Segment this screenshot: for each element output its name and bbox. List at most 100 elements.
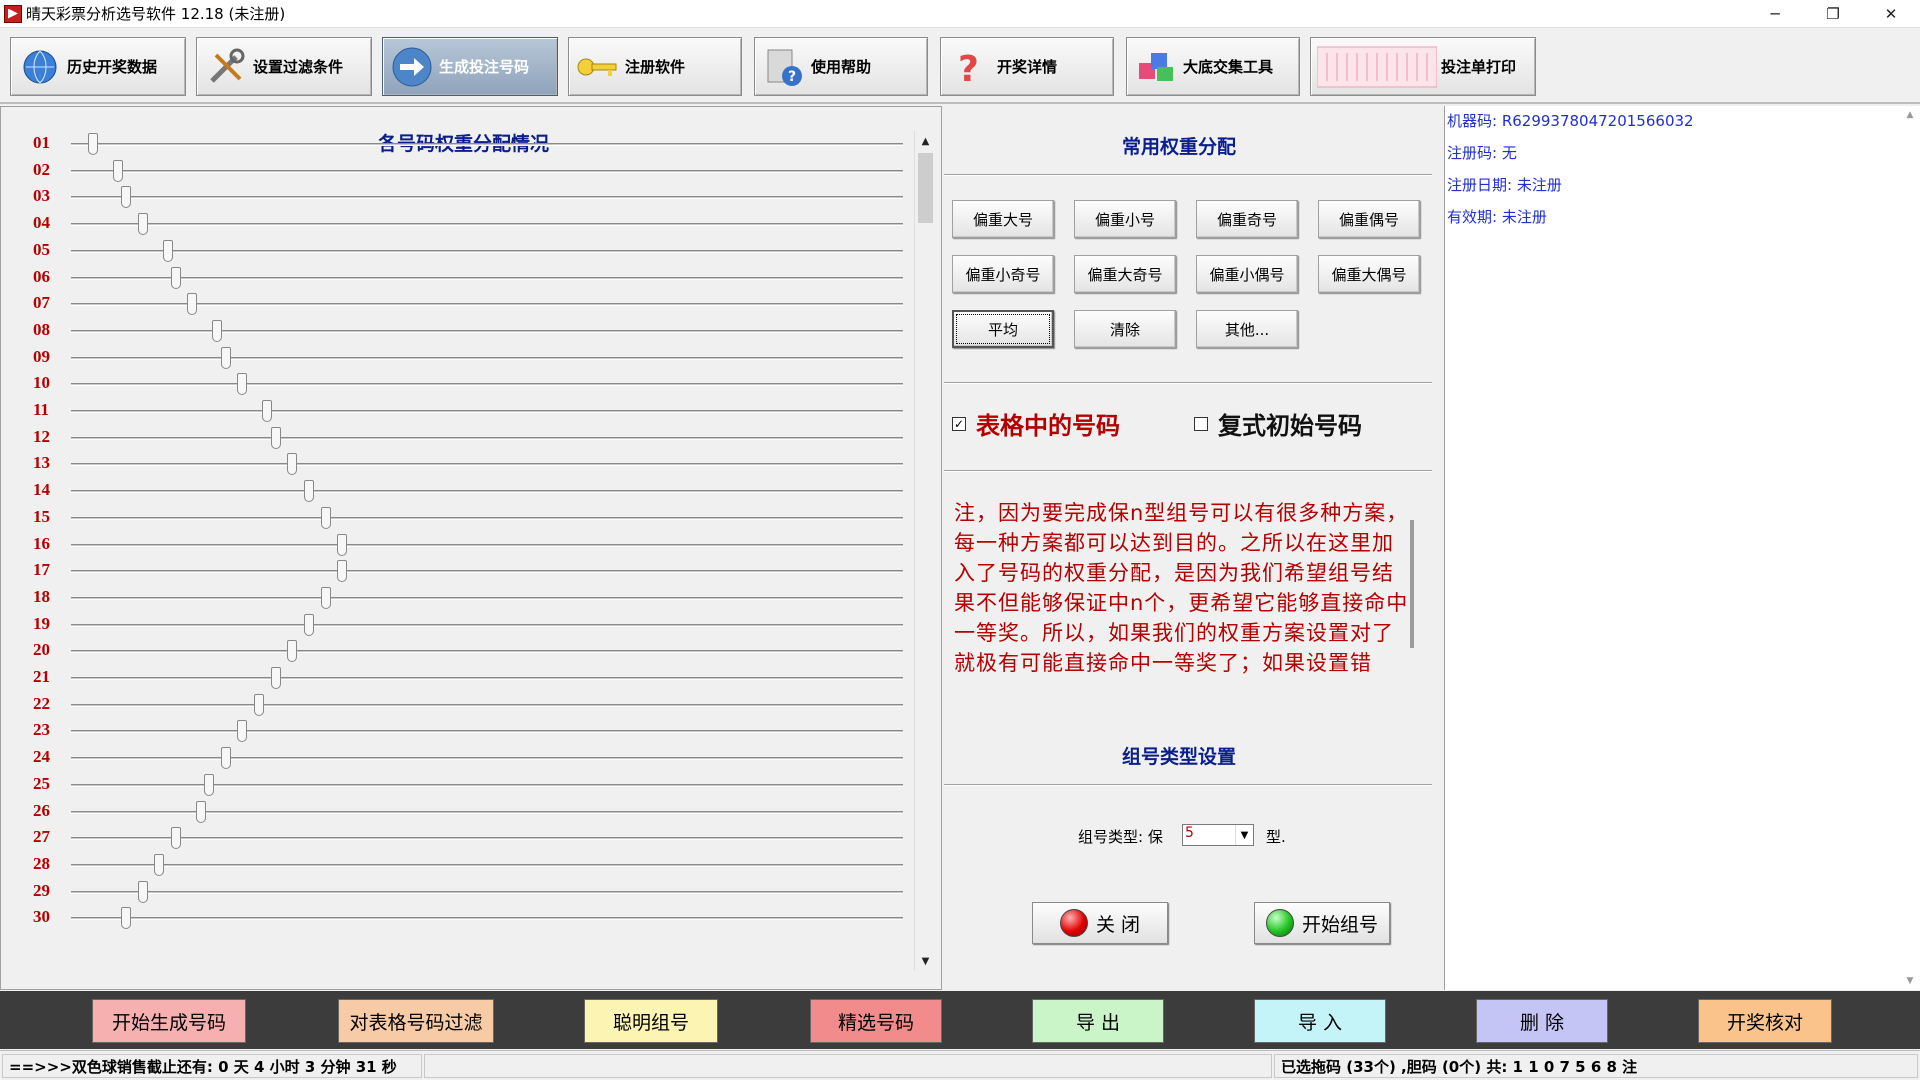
weight-slider-thumb[interactable] [262, 400, 273, 422]
weight-scrollbar[interactable]: ▲ ▼ [914, 131, 936, 971]
weight-slider-thumb[interactable] [237, 373, 248, 396]
weight-slider-track[interactable] [71, 410, 903, 413]
weight-slider-thumb[interactable] [154, 853, 165, 876]
average-button[interactable]: 平均 [952, 310, 1054, 348]
weight-slider-thumb[interactable] [303, 613, 314, 636]
weight-slider-thumb[interactable] [204, 773, 215, 796]
weight-slider-thumb[interactable] [270, 667, 281, 689]
weight-slider-thumb[interactable] [287, 640, 298, 663]
favor-big-odd-button[interactable]: 偏重大奇号 [1074, 255, 1176, 293]
scroll-up-icon[interactable]: ▲ [915, 131, 936, 151]
weight-slider-track[interactable] [71, 329, 903, 333]
set-filter-button[interactable]: 设置过滤条件 [196, 37, 372, 96]
favor-odd-button[interactable]: 偏重奇号 [1196, 200, 1298, 238]
weight-slider-thumb[interactable] [137, 213, 148, 236]
weight-slider-thumb[interactable] [254, 693, 265, 716]
import-button[interactable]: 导 入 [1254, 999, 1386, 1043]
weight-slider-track[interactable] [71, 677, 903, 680]
start-generate-button[interactable]: 开始生成号码 [92, 999, 246, 1043]
weight-slider-thumb[interactable] [87, 133, 98, 155]
weight-slider-thumb[interactable] [120, 907, 131, 930]
other-button[interactable]: 其他... [1196, 310, 1298, 348]
compound-start-option[interactable]: 复式初始号码 [1194, 406, 1362, 441]
scroll-down-icon[interactable]: ▼ [915, 951, 936, 971]
weight-slider-track[interactable] [71, 276, 903, 280]
generate-numbers-button[interactable]: 生成投注号码 [382, 37, 558, 96]
weight-slider-thumb[interactable] [287, 453, 298, 476]
smart-group-button[interactable]: 聪明组号 [584, 999, 718, 1043]
weight-slider-track[interactable] [71, 516, 903, 520]
weight-slider-track[interactable] [71, 383, 903, 387]
weight-slider-track[interactable] [71, 917, 903, 921]
weight-slider-track[interactable] [71, 143, 903, 146]
export-button[interactable]: 导 出 [1032, 999, 1164, 1043]
close-icon[interactable]: ✕ [1862, 0, 1920, 28]
weight-slider-track[interactable] [71, 570, 903, 574]
weight-slider-track[interactable] [71, 623, 903, 627]
weight-slider-thumb[interactable] [220, 346, 231, 369]
close-panel-button[interactable]: 关 闭 [1032, 902, 1168, 944]
weight-slider-track[interactable] [71, 837, 903, 841]
table-numbers-option[interactable]: ✓ 表格中的号码 [952, 406, 1120, 441]
draw-details-button[interactable]: ? 开奖详情 [940, 37, 1114, 96]
favor-big-button[interactable]: 偏重大号 [952, 200, 1054, 238]
weight-slider-track[interactable] [71, 890, 903, 894]
weight-slider-track[interactable] [71, 490, 903, 494]
favor-small-odd-button[interactable]: 偏重小奇号 [952, 255, 1054, 293]
favor-small-button[interactable]: 偏重小号 [1074, 200, 1176, 238]
weight-slider-thumb[interactable] [170, 266, 181, 289]
weight-slider-thumb[interactable] [170, 827, 181, 850]
weight-slider-thumb[interactable] [212, 319, 223, 342]
weight-slider-track[interactable] [71, 783, 903, 787]
weight-slider-track[interactable] [71, 463, 903, 467]
clear-button[interactable]: 清除 [1074, 310, 1176, 348]
weight-slider-thumb[interactable] [120, 186, 131, 209]
minimize-icon[interactable]: ─ [1746, 0, 1804, 28]
register-software-button[interactable]: 注册软件 [568, 37, 742, 96]
weight-slider-thumb[interactable] [162, 239, 173, 262]
weight-slider-track[interactable] [71, 223, 903, 227]
weight-slider-track[interactable] [71, 169, 903, 173]
weight-slider-track[interactable] [71, 703, 903, 707]
weight-slider-track[interactable] [71, 863, 903, 867]
weight-slider-thumb[interactable] [320, 586, 331, 609]
weight-slider-thumb[interactable] [195, 800, 206, 823]
history-draws-button[interactable]: 历史开奖数据 [10, 37, 186, 96]
check-draw-button[interactable]: 开奖核对 [1698, 999, 1832, 1043]
restore-icon[interactable]: ❐ [1804, 0, 1862, 28]
filter-table-button[interactable]: 对表格号码过滤 [338, 999, 494, 1043]
weight-slider-track[interactable] [71, 757, 903, 761]
compound-start-checkbox[interactable] [1194, 416, 1208, 431]
selected-numbers-button[interactable]: 精选号码 [810, 999, 942, 1043]
weight-slider-track[interactable] [71, 543, 903, 547]
weight-slider-track[interactable] [71, 596, 903, 600]
group-type-select[interactable]: 5 ▼ [1182, 824, 1254, 846]
weight-slider-thumb[interactable] [112, 159, 123, 182]
scroll-down-icon[interactable]: ▼ [1900, 972, 1920, 990]
note-scrollbar[interactable] [1410, 520, 1414, 648]
weight-slider-track[interactable] [71, 436, 903, 440]
scroll-thumb[interactable] [918, 153, 933, 223]
intersection-tool-button[interactable]: 大底交集工具 [1126, 37, 1300, 96]
weight-slider-track[interactable] [71, 650, 903, 654]
weight-slider-track[interactable] [71, 356, 903, 360]
weight-slider-track[interactable] [71, 249, 903, 253]
print-ticket-button[interactable]: 投注单打印 [1310, 37, 1536, 96]
weight-slider-thumb[interactable] [237, 720, 248, 743]
weight-slider-thumb[interactable] [303, 480, 314, 503]
weight-slider-thumb[interactable] [187, 293, 198, 316]
weight-slider-thumb[interactable] [320, 506, 331, 529]
weight-slider-thumb[interactable] [137, 880, 148, 903]
weight-slider-thumb[interactable] [270, 426, 281, 449]
help-button[interactable]: ? 使用帮助 [754, 37, 928, 96]
start-grouping-button[interactable]: 开始组号 [1254, 902, 1390, 944]
scroll-up-icon[interactable]: ▲ [1900, 106, 1920, 124]
favor-even-button[interactable]: 偏重偶号 [1318, 200, 1420, 238]
weight-slider-thumb[interactable] [220, 747, 231, 770]
weight-slider-thumb[interactable] [337, 533, 348, 556]
table-numbers-checkbox[interactable]: ✓ [952, 416, 966, 431]
delete-button[interactable]: 删 除 [1476, 999, 1608, 1043]
favor-small-even-button[interactable]: 偏重小偶号 [1196, 255, 1298, 293]
favor-big-even-button[interactable]: 偏重大偶号 [1318, 255, 1420, 293]
weight-slider-track[interactable] [71, 730, 903, 734]
